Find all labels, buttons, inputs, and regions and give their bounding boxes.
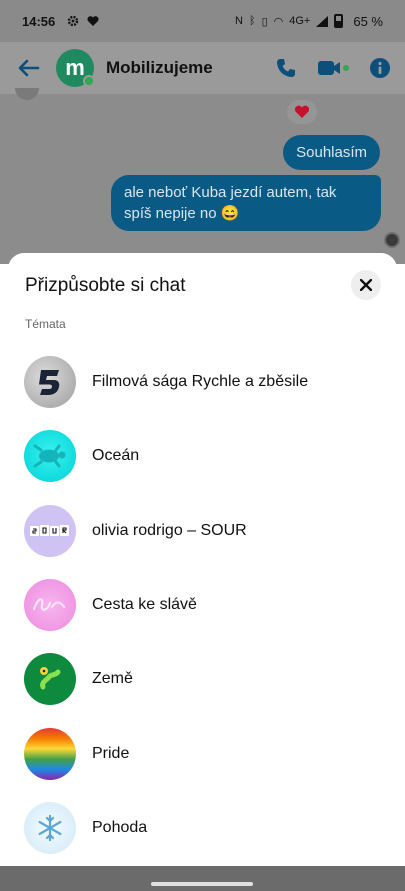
close-icon (360, 279, 372, 291)
video-call-icon[interactable] (317, 58, 349, 78)
theme-item-pride[interactable]: Pride (8, 716, 397, 790)
vibrate-icon: ▯ (261, 15, 268, 28)
section-label: Témata (25, 317, 66, 331)
network-type: 4G+ (289, 15, 311, 27)
message-bubble[interactable]: ale neboť Kuba jezdí autem, tak spíš nep… (111, 175, 381, 231)
nfc-icon: N (235, 15, 243, 27)
gear-icon (68, 15, 79, 27)
star-neon-icon (24, 579, 76, 632)
bluetooth-icon: ᛒ (248, 15, 256, 27)
close-button[interactable] (351, 270, 381, 300)
home-handle[interactable] (151, 882, 253, 886)
wifi-icon: ◠ (273, 15, 284, 28)
online-indicator (83, 75, 95, 87)
message-bubble[interactable]: Souhlasím (283, 135, 380, 170)
read-receipt-avatar (384, 232, 400, 248)
theme-item-pohoda[interactable]: Pohoda (8, 791, 397, 865)
back-arrow-icon[interactable] (14, 53, 44, 83)
navigation-bar (0, 866, 405, 891)
chat-avatar[interactable]: m (56, 49, 95, 87)
rainbow-icon (24, 727, 76, 780)
theme-label: Pride (92, 744, 130, 762)
theme-label: Cesta ke slávě (92, 596, 197, 614)
theme-list: Filmová sága Rychle a zběsile Oceán oliv… (8, 345, 397, 865)
snowflake-icon (24, 801, 76, 854)
chat-header: m Mobilizujeme (0, 42, 405, 94)
theme-label: Pohoda (92, 818, 148, 836)
signal-icon (316, 15, 329, 27)
theme-label: Země (92, 670, 133, 688)
turtle-icon (24, 430, 76, 483)
theme-label: olivia rodrigo – SOUR (92, 521, 247, 539)
earth-icon (24, 653, 76, 706)
heart-reaction-icon[interactable] (287, 100, 317, 124)
battery-icon (334, 14, 344, 28)
status-time: 14:56 (22, 13, 56, 29)
theme-label: Filmová sága Rychle a zběsile (92, 373, 309, 391)
sheet-title: Přizpůsobte si chat (25, 275, 186, 296)
theme-item-ocean[interactable]: Oceán (8, 419, 397, 493)
theme-item-zeme[interactable]: Země (8, 642, 397, 716)
theme-item-sour[interactable]: olivia rodrigo – SOUR (8, 494, 397, 568)
fast-furious-icon (24, 356, 76, 409)
sour-icon (24, 504, 76, 557)
chat-title[interactable]: Mobilizujeme (106, 58, 213, 78)
messenger-screen: 14:56 N ᛒ ▯ ◠ 4G+ 65 % m Mobilizujeme So… (0, 0, 405, 891)
theme-item-fast-furious[interactable]: Filmová sága Rychle a zběsile (8, 345, 397, 419)
heart-status-icon (87, 16, 99, 26)
theme-label: Oceán (92, 447, 140, 465)
info-icon[interactable] (369, 57, 391, 79)
status-bar: 14:56 N ᛒ ▯ ◠ 4G+ 65 % (0, 0, 405, 42)
customize-chat-sheet: Přizpůsobte si chat Témata Filmová sága … (8, 253, 397, 866)
battery-percent: 65 % (353, 13, 383, 29)
phone-icon[interactable] (275, 57, 297, 79)
theme-item-cesta[interactable]: Cesta ke slávě (8, 568, 397, 642)
